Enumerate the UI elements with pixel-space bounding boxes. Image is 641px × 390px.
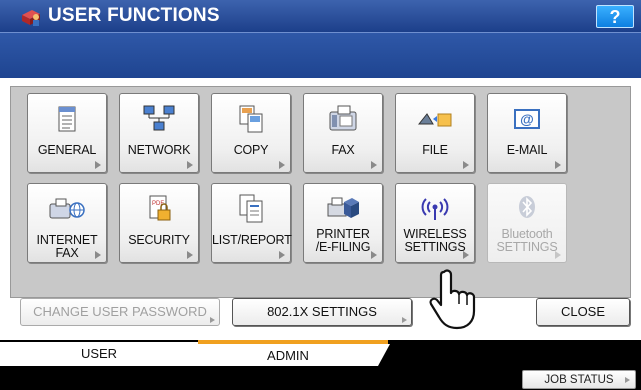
change-user-password-button: CHANGE USER PASSWORD	[20, 298, 220, 326]
arrow-icon	[210, 317, 215, 323]
email-label: E-MAIL	[506, 143, 548, 157]
pointing-hand-icon	[429, 269, 476, 330]
printer-efiling-button[interactable]: PRINTER /E-FILING	[303, 183, 383, 263]
network-label: NETWORK	[127, 143, 191, 157]
fax-label: FAX	[331, 143, 355, 157]
arrow-icon	[555, 251, 561, 259]
change-password-label: CHANGE USER PASSWORD	[33, 304, 207, 319]
8021x-settings-label: 802.1X SETTINGS	[267, 304, 377, 319]
help-button[interactable]: ?	[596, 5, 634, 28]
message-area	[0, 32, 641, 79]
bluetooth-label-line1: Bluetooth	[501, 227, 553, 241]
page-title: USER FUNCTIONS	[48, 5, 220, 26]
arrow-icon	[187, 161, 193, 169]
printer-box-icon	[327, 197, 359, 218]
bluetooth-settings-button: Bluetooth SETTINGS	[487, 183, 567, 263]
list-report-icon	[239, 194, 263, 223]
fax-icon	[329, 105, 357, 131]
copy-button[interactable]: COPY	[211, 93, 291, 173]
copy-icon	[239, 105, 263, 133]
arrow-icon	[279, 161, 285, 169]
8021x-settings-button[interactable]: 802.1X SETTINGS	[232, 298, 412, 326]
wireless-settings-button[interactable]: WIRELESS SETTINGS	[395, 183, 475, 263]
email-icon: @	[514, 109, 540, 129]
arrow-icon	[402, 317, 407, 323]
list-report-button[interactable]: LIST/REPORT	[211, 183, 292, 263]
tab-admin-edge	[378, 344, 390, 366]
user-functions-icon	[22, 10, 40, 26]
tab-bar: USER ADMIN	[0, 340, 641, 368]
arrow-icon	[187, 251, 193, 259]
security-label: SECURITY	[128, 233, 190, 247]
internet-fax-button[interactable]: INTERNET FAX	[27, 183, 107, 263]
arrow-icon	[463, 161, 469, 169]
arrow-icon	[371, 251, 377, 259]
svg-text:@: @	[520, 111, 534, 127]
title-bar: USER FUNCTIONS ?	[0, 0, 641, 32]
arrow-icon	[463, 251, 469, 259]
security-button[interactable]: PDF SECURITY	[119, 183, 199, 263]
fax-button[interactable]: FAX	[303, 93, 383, 173]
printer-label-line1: PRINTER	[316, 227, 370, 241]
job-status-label: JOB STATUS	[544, 374, 614, 386]
bluetooth-icon	[519, 196, 535, 218]
arrow-icon	[371, 161, 377, 169]
tab-user[interactable]: USER	[0, 342, 198, 366]
arrow-icon	[279, 251, 285, 259]
arrow-icon	[95, 251, 101, 259]
arrow-icon	[555, 161, 561, 169]
file-label: FILE	[422, 143, 448, 157]
wireless-label-line2: SETTINGS	[404, 240, 466, 254]
status-bar: JOB STATUS	[0, 368, 641, 390]
copy-label: COPY	[233, 143, 269, 157]
file-button[interactable]: FILE	[395, 93, 475, 173]
internet-fax-icon	[49, 198, 85, 219]
function-grid: GENERAL NETWORK COPY FAX FILE @ E-MAIL I…	[10, 86, 631, 298]
wireless-icon	[421, 198, 449, 220]
job-status-button[interactable]: JOB STATUS	[522, 370, 636, 389]
network-button[interactable]: NETWORK	[119, 93, 199, 173]
document-icon	[58, 106, 76, 132]
pdf-lock-icon: PDF	[149, 195, 171, 221]
arrow-icon	[95, 161, 101, 169]
list-report-label: LIST/REPORT	[212, 233, 292, 247]
main-panel: GENERAL NETWORK COPY FAX FILE @ E-MAIL I…	[0, 78, 641, 340]
close-label: CLOSE	[560, 304, 606, 319]
email-button[interactable]: @ E-MAIL	[487, 93, 567, 173]
arrow-icon	[625, 377, 630, 383]
wireless-label-line1: WIRELESS	[403, 227, 467, 241]
general-button[interactable]: GENERAL	[27, 93, 107, 173]
printer-label-line2: /E-FILING	[315, 240, 371, 254]
general-label: GENERAL	[37, 143, 97, 157]
tab-admin[interactable]: ADMIN	[198, 344, 378, 366]
bluetooth-label-line2: SETTINGS	[496, 240, 558, 254]
file-folder-icon	[418, 113, 452, 127]
network-icon	[143, 105, 175, 131]
close-button[interactable]: CLOSE	[536, 298, 630, 326]
